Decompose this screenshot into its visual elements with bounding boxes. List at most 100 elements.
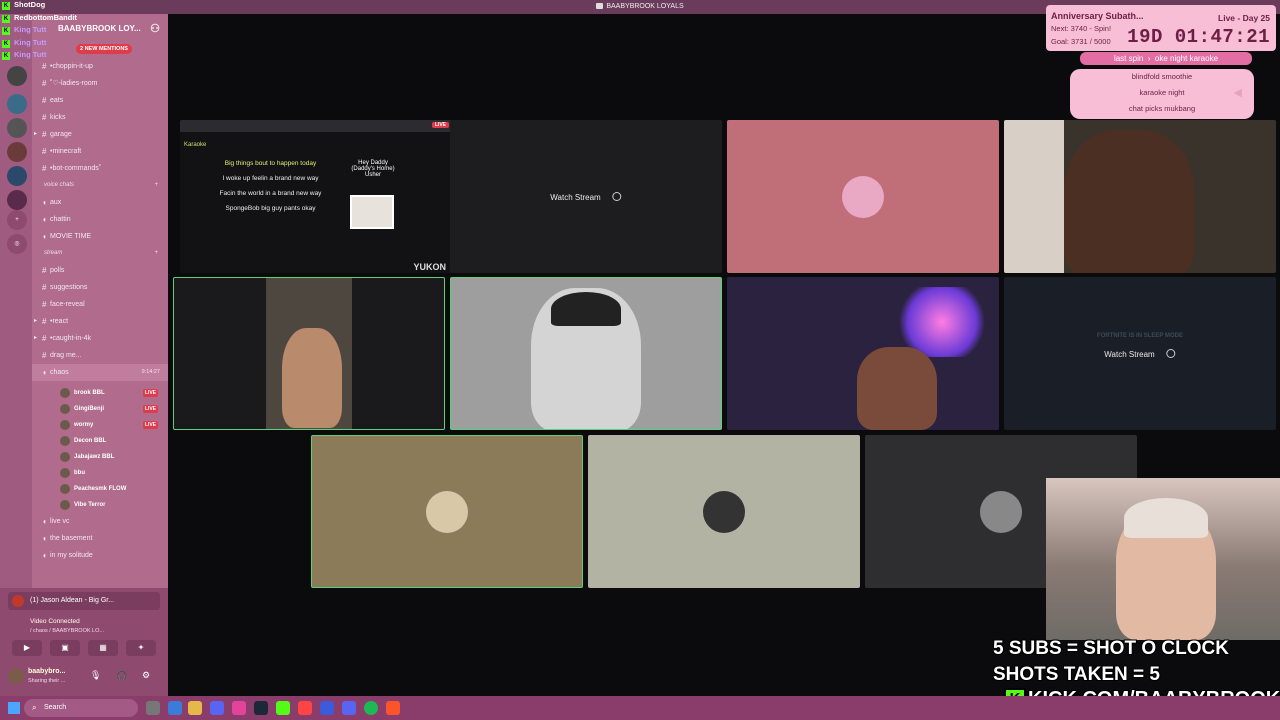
- voice-user[interactable]: wormy LIVE: [32, 417, 168, 433]
- avatar[interactable]: [8, 668, 24, 684]
- speaker-icon: ◖: [42, 232, 47, 241]
- hash-icon: #: [42, 113, 47, 122]
- server-icon[interactable]: [7, 166, 27, 186]
- category-voice[interactable]: voice chats +: [32, 177, 168, 194]
- server-icon[interactable]: [7, 190, 27, 210]
- channel-item[interactable]: # ˚♡-ladies-room: [32, 75, 168, 92]
- voice-user[interactable]: GingiBenji LIVE: [32, 401, 168, 417]
- channel-item[interactable]: ▸ # garage: [32, 126, 168, 143]
- folder-icon[interactable]: [188, 701, 202, 715]
- zoom-icon: [612, 191, 622, 201]
- cap: [551, 292, 621, 326]
- steam-icon[interactable]: [254, 701, 268, 715]
- kick-icon: K: [2, 2, 10, 10]
- video-tile[interactable]: [727, 120, 999, 273]
- browser-bar: [180, 120, 452, 132]
- brave-icon[interactable]: [386, 701, 400, 715]
- soundboard-button[interactable]: ✦: [126, 640, 156, 656]
- add-member-icon[interactable]: ⚇: [150, 22, 160, 35]
- activities-button[interactable]: ▦: [88, 640, 118, 656]
- channel-label: drag me...: [50, 352, 82, 359]
- voice-user[interactable]: Vibe Terror: [32, 497, 168, 513]
- watch-stream-button[interactable]: Watch Stream: [550, 191, 622, 202]
- voice-status[interactable]: Video Connected: [30, 618, 80, 625]
- app-icon[interactable]: [320, 701, 334, 715]
- app-icon[interactable]: [232, 701, 246, 715]
- task-view-icon[interactable]: [146, 701, 160, 715]
- server-icon[interactable]: [7, 94, 27, 114]
- stream-tile-karaoke[interactable]: LIVE Karaoke Big things bout to happen t…: [180, 120, 452, 273]
- stream-tile[interactable]: FORTNITE IS IN SLEEP MODE Watch Stream: [1004, 277, 1276, 430]
- live-badge: LIVE: [431, 122, 449, 128]
- current-user-status: Sharing their ...: [28, 678, 66, 684]
- settings-icon[interactable]: ⚙: [142, 670, 150, 681]
- video-tile[interactable]: [173, 277, 445, 430]
- music-icon: [12, 595, 24, 607]
- voice-channel-path[interactable]: / chaos / BAABYBROOK LO...: [30, 628, 104, 634]
- video-tile[interactable]: [450, 277, 722, 430]
- channel-item[interactable]: ▸ # •react: [32, 313, 168, 330]
- watch-stream-button[interactable]: Watch Stream: [1104, 348, 1176, 359]
- avatar: [60, 388, 70, 398]
- video-tile[interactable]: [311, 435, 583, 588]
- voice-channel-item[interactable]: ◖ aux: [32, 194, 168, 211]
- category-stream[interactable]: stream +: [32, 245, 168, 262]
- voice-user[interactable]: Decon BBL: [32, 433, 168, 449]
- voice-user[interactable]: bbu: [32, 465, 168, 481]
- video-tile[interactable]: [1004, 120, 1276, 273]
- live-badge: LIVE: [142, 421, 158, 429]
- voice-channel-item[interactable]: ◖ chattin: [32, 211, 168, 228]
- server-icon[interactable]: [7, 142, 27, 162]
- user-name: GingiBenji: [74, 406, 104, 412]
- channel-label: garage: [50, 131, 72, 138]
- add-server-icon[interactable]: +: [7, 210, 27, 230]
- channel-item[interactable]: ▸ # •caught-in-4k: [32, 330, 168, 347]
- add-channel-icon[interactable]: +: [154, 245, 158, 262]
- current-user-name[interactable]: baabybro...: [28, 668, 65, 675]
- voice-channel-item[interactable]: ◖ in my solitude: [32, 547, 168, 564]
- server-icon[interactable]: [7, 118, 27, 138]
- headphones-icon[interactable]: 🎧: [116, 670, 127, 681]
- avatar: [60, 420, 70, 430]
- voice-channel-item[interactable]: ◖ MOVIE TIME: [32, 228, 168, 245]
- camera-button[interactable]: ▶: [12, 640, 42, 656]
- avatar: [60, 500, 70, 510]
- chat-overlay: K ShotDog K RedbottomBandit K King Tutt K Ki…: [0, 0, 130, 72]
- channel-item[interactable]: # kicks: [32, 109, 168, 126]
- voice-user[interactable]: Jabajawz BBL: [32, 449, 168, 465]
- voice-channel-chaos[interactable]: ◖ chaos 9:14:27: [32, 364, 168, 381]
- voice-user[interactable]: Peachesmk FLOW: [32, 481, 168, 497]
- windows-start-icon[interactable]: [8, 702, 20, 714]
- video-tile[interactable]: [727, 277, 999, 430]
- voice-user[interactable]: brook BBL LIVE: [32, 385, 168, 401]
- stream-tile[interactable]: Watch Stream: [450, 120, 722, 273]
- app-icon[interactable]: [298, 701, 312, 715]
- voice-channel-item[interactable]: ◖ live vc: [32, 513, 168, 530]
- chat-username: RedbottomBandit: [14, 12, 77, 22]
- wheel-option: karaoke night: [1139, 88, 1185, 97]
- taskbar-search[interactable]: ⌕ Search: [24, 699, 138, 717]
- song-title: Hey Daddy (Daddy's Home) Usher: [351, 160, 395, 178]
- voice-channel-item[interactable]: ◖ the basement: [32, 530, 168, 547]
- speaker-icon: ◖: [42, 517, 47, 526]
- add-channel-icon[interactable]: +: [154, 177, 158, 194]
- video-tile[interactable]: [588, 435, 860, 588]
- channel-item[interactable]: # •minecraft: [32, 143, 168, 160]
- channel-item[interactable]: # face-reveal: [32, 296, 168, 313]
- channel-item[interactable]: # polls: [32, 262, 168, 279]
- mic-icon[interactable]: 🎙: [90, 670, 101, 681]
- kick-icon[interactable]: [276, 701, 290, 715]
- channel-item[interactable]: # suggestions: [32, 279, 168, 296]
- spotify-icon[interactable]: [364, 701, 378, 715]
- edge-icon[interactable]: [168, 701, 182, 715]
- channel-item[interactable]: # drag me...: [32, 347, 168, 364]
- discord-icon[interactable]: [210, 701, 224, 715]
- screen-share-button[interactable]: ▣: [50, 640, 80, 656]
- now-playing[interactable]: (1) Jason Aldean - Big Gr...: [8, 592, 160, 610]
- explore-icon[interactable]: ◎: [7, 234, 27, 254]
- channel-item[interactable]: # •bot-commands˚: [32, 160, 168, 177]
- channel-item[interactable]: # eats: [32, 92, 168, 109]
- channel-label: suggestions: [50, 284, 88, 291]
- app-icon[interactable]: [342, 701, 356, 715]
- avatar: [60, 436, 70, 446]
